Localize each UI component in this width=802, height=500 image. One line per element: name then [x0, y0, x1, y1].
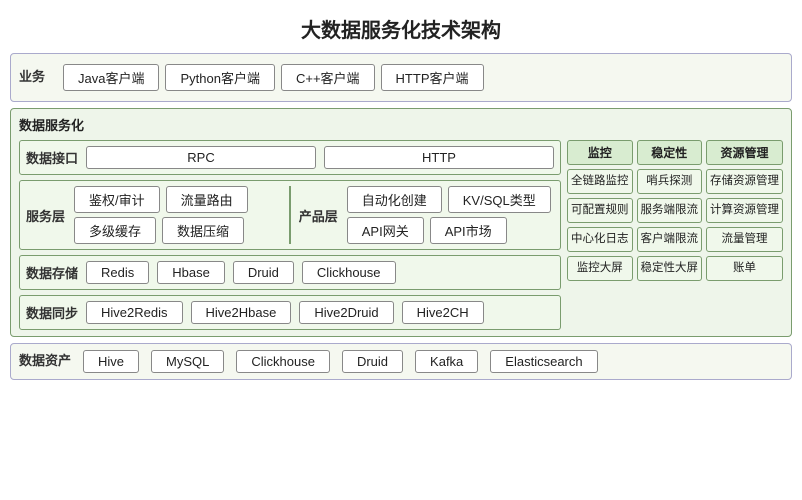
sync-item-2: Hive2Druid [299, 301, 393, 324]
pl-item-2: KV/SQL类型 [448, 186, 551, 213]
resources-cell-1: 计算资源管理 [706, 198, 783, 223]
business-section: 业务 Java客户端 Python客户端 C++客户端 HTTP客户端 [10, 53, 792, 102]
resources-title: 资源管理 [706, 140, 783, 165]
service-layer-label: 服务层 [26, 206, 68, 225]
monitoring-cell-3: 监控大屏 [567, 256, 633, 281]
asset-item-0: Hive [83, 350, 139, 373]
monitoring-cell-1: 可配置规则 [567, 198, 633, 223]
sync-item-1: Hive2Hbase [191, 301, 292, 324]
stability-col: 稳定性 哨兵探测 服务端限流 客户端限流 稳定性大屏 [637, 140, 703, 330]
sl-item-2: 流量路由 [166, 186, 248, 213]
monitoring-title: 监控 [567, 140, 633, 165]
biz-item-0: Java客户端 [63, 64, 159, 91]
stability-cell-3: 稳定性大屏 [637, 256, 703, 281]
ds-item-1: Hbase [157, 261, 225, 284]
biz-item-3: HTTP客户端 [381, 64, 484, 91]
data-interface-box: 数据接口 RPC HTTP [19, 140, 561, 175]
business-label: 业务 [19, 66, 45, 85]
di-item-0: RPC [86, 146, 316, 169]
datasvc-right: 监控 全链路监控 可配置规则 中心化日志 监控大屏 稳定性 哨兵探测 服务端限流… [567, 140, 783, 330]
datasvc-left: 数据接口 RPC HTTP 服务层 鉴权/审计 流量路由 多级缓存 数据压缩 [19, 140, 561, 330]
service-inner-left: 鉴权/审计 流量路由 多级缓存 数据压缩 [74, 186, 281, 244]
resources-cell-3: 账单 [706, 256, 783, 281]
asset-item-1: MySQL [151, 350, 224, 373]
asset-item-4: Kafka [415, 350, 478, 373]
monitoring-cell-2: 中心化日志 [567, 227, 633, 252]
ds-item-0: Redis [86, 261, 149, 284]
data-storage-box: 数据存储 Redis Hbase Druid Clickhouse [19, 255, 561, 290]
asset-item-5: Elasticsearch [490, 350, 597, 373]
sl-item-0: 鉴权/审计 [74, 186, 160, 213]
pl-item-1: API网关 [347, 217, 424, 244]
pl-item-0: 自动化创建 [347, 186, 442, 213]
datasvc-inner: 数据接口 RPC HTTP 服务层 鉴权/审计 流量路由 多级缓存 数据压缩 [19, 140, 783, 330]
datasvc-section: 数据服务化 数据接口 RPC HTTP 服务层 鉴权/审计 流量路由 [10, 108, 792, 337]
datasvc-title: 数据服务化 [19, 115, 783, 134]
page-title: 大数据服务化技术架构 [0, 0, 802, 53]
business-items: Java客户端 Python客户端 C++客户端 HTTP客户端 [63, 64, 483, 91]
biz-item-1: Python客户端 [165, 64, 274, 91]
sync-item-0: Hive2Redis [86, 301, 182, 324]
data-sync-box: 数据同步 Hive2Redis Hive2Hbase Hive2Druid Hi… [19, 295, 561, 330]
asset-item-2: Clickhouse [236, 350, 330, 373]
di-item-1: HTTP [324, 146, 554, 169]
monitoring-col: 监控 全链路监控 可配置规则 中心化日志 监控大屏 [567, 140, 633, 330]
sl-item-1: 多级缓存 [74, 217, 156, 244]
data-sync-label: 数据同步 [26, 303, 78, 322]
service-layer-box: 服务层 鉴权/审计 流量路由 多级缓存 数据压缩 产品层 自动化创建 [19, 180, 561, 250]
assets-label: 数据资产 [19, 350, 71, 369]
asset-item-3: Druid [342, 350, 403, 373]
sl-item-3: 数据压缩 [162, 217, 244, 244]
service-inner-right: 自动化创建 KV/SQL类型 API网关 API市场 [347, 186, 554, 244]
pl-item-3: API市场 [430, 217, 507, 244]
ds-item-3: Clickhouse [302, 261, 396, 284]
stability-cell-0: 哨兵探测 [637, 169, 703, 194]
product-layer-label: 产品层 [299, 206, 341, 225]
resources-cell-2: 流量管理 [706, 227, 783, 252]
stability-cell-2: 客户端限流 [637, 227, 703, 252]
stability-cell-1: 服务端限流 [637, 198, 703, 223]
ds-item-2: Druid [233, 261, 294, 284]
sync-item-3: Hive2CH [402, 301, 484, 324]
resources-col: 资源管理 存储资源管理 计算资源管理 流量管理 账单 [706, 140, 783, 330]
stability-title: 稳定性 [637, 140, 703, 165]
biz-item-2: C++客户端 [281, 64, 375, 91]
monitoring-cell-0: 全链路监控 [567, 169, 633, 194]
data-storage-label: 数据存储 [26, 263, 78, 282]
resources-cell-0: 存储资源管理 [706, 169, 783, 194]
data-interface-label: 数据接口 [26, 148, 78, 167]
assets-section: 数据资产 Hive MySQL Clickhouse Druid Kafka E… [10, 343, 792, 380]
